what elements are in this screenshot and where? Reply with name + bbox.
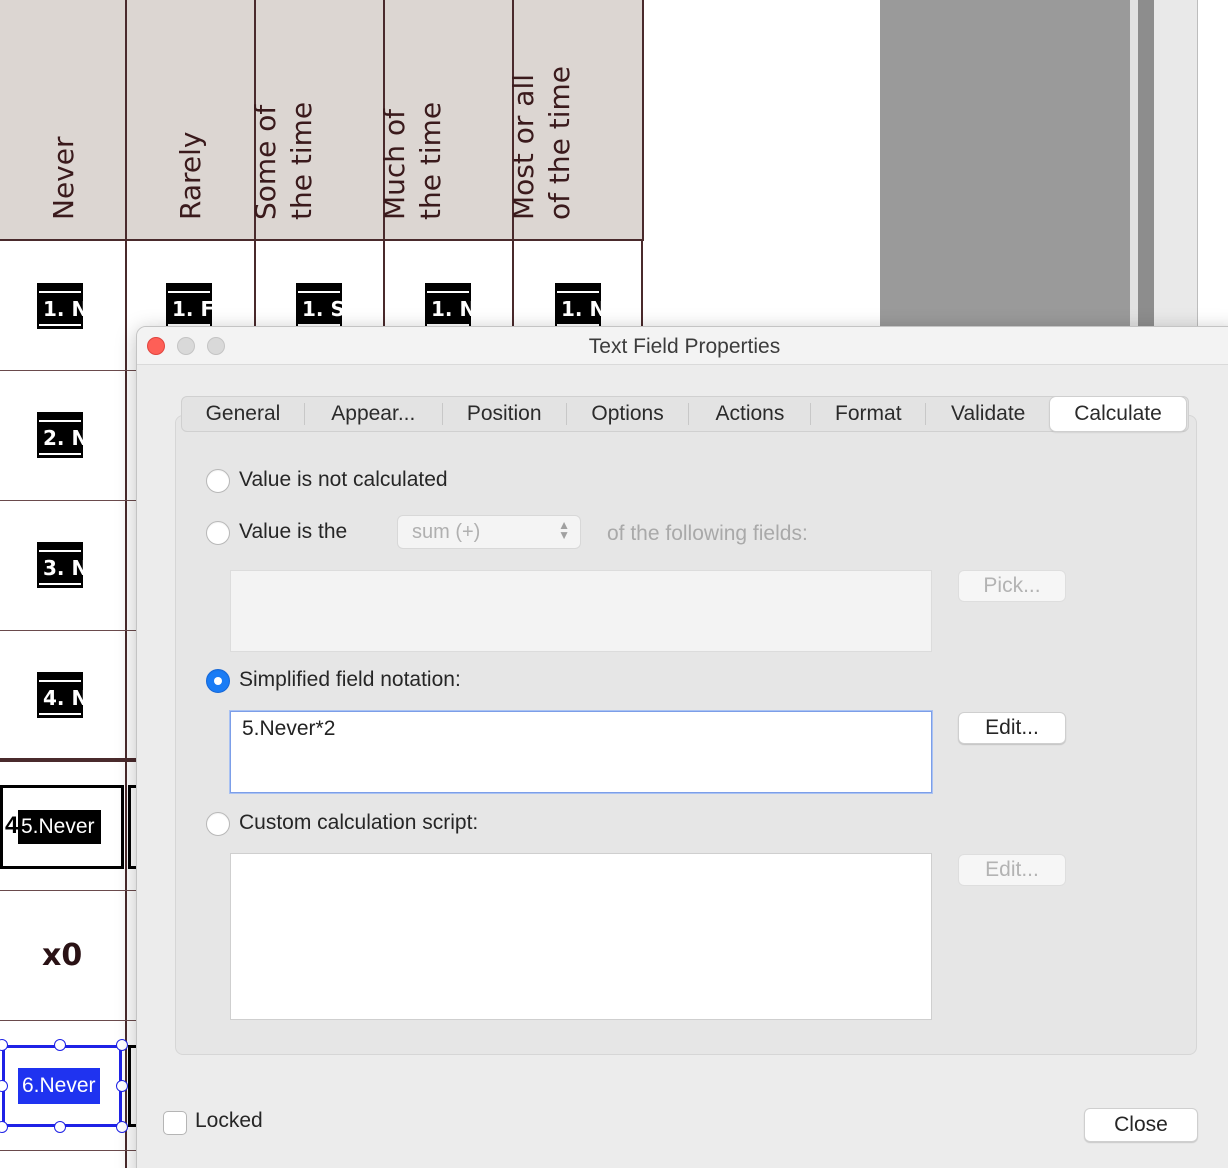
form-field-1-some[interactable]: 1. S [296, 283, 342, 329]
column-header-most: Most or all of the time [507, 0, 644, 240]
form-field-1-rarely[interactable]: 1. F [166, 283, 212, 329]
column-header-never: Never [0, 0, 127, 240]
grid-row-line [0, 630, 136, 631]
form-field-3-never[interactable]: 3. N [37, 542, 83, 588]
column-header-text: Never [47, 136, 80, 220]
column-header-text: Most or all of the time [507, 66, 576, 220]
radio-not-calculated[interactable] [206, 469, 230, 493]
grid-row-line [0, 1020, 136, 1021]
radio-custom-script[interactable] [206, 812, 230, 836]
tab-position[interactable]: Position [443, 397, 566, 431]
tab-bar: General Appear... Position Options Actio… [181, 396, 1189, 432]
multiplier-label: x0 [42, 938, 83, 973]
resize-handle[interactable] [116, 1080, 128, 1092]
side-panel-scrollbar[interactable] [1138, 0, 1154, 330]
grid-column-line [254, 240, 256, 330]
tab-appearance[interactable]: Appear... [305, 397, 442, 431]
edit-script-button[interactable]: Edit... [958, 854, 1066, 886]
form-field-2-never[interactable]: 2. N [37, 412, 83, 458]
simplified-notation-input[interactable]: 5.Never*2 [230, 711, 932, 793]
text-field-properties-dialog: Text Field Properties General Appear... … [136, 326, 1228, 1168]
operation-select[interactable]: sum (+) ▲ ▼ [397, 515, 581, 549]
resize-handle[interactable] [116, 1121, 128, 1133]
tab-validate[interactable]: Validate [926, 397, 1050, 431]
grid-column-line [641, 240, 643, 330]
label-custom-script: Custom calculation script: [239, 811, 479, 834]
label-not-calculated: Value is not calculated [239, 468, 448, 491]
form-field-1-much[interactable]: 1. N [425, 283, 471, 329]
score-prefix-text: 4 [5, 812, 19, 839]
edit-notation-button[interactable]: Edit... [958, 712, 1066, 744]
column-header-rarely: Rarely [127, 0, 256, 240]
tab-calculate[interactable]: Calculate [1050, 397, 1186, 431]
tab-format[interactable]: Format [811, 397, 925, 431]
tab-actions[interactable]: Actions [689, 397, 810, 431]
operation-select-value: sum (+) [412, 521, 481, 543]
grid-row-line-thick [0, 758, 136, 762]
pick-button[interactable]: Pick... [958, 570, 1066, 602]
column-header-text: Some of the time [249, 101, 318, 220]
column-header-some: Some of the time [249, 0, 385, 240]
label-locked: Locked [195, 1109, 263, 1132]
resize-handle[interactable] [0, 1121, 8, 1133]
resize-handle[interactable] [54, 1121, 66, 1133]
form-field-1-most[interactable]: 1. N [555, 283, 601, 329]
custom-script-preview[interactable] [230, 853, 932, 1020]
selected-field-label: 6.Never [18, 1068, 100, 1104]
close-button[interactable]: Close [1084, 1108, 1198, 1142]
header-divider [0, 239, 644, 241]
column-header-text: Much of the time [378, 101, 447, 220]
select-arrows-icon: ▲ ▼ [558, 518, 570, 542]
column-header-text: Rarely [174, 131, 207, 220]
grid-column-line [125, 240, 127, 1168]
radio-simplified-notation[interactable] [206, 669, 230, 693]
label-following-fields: of the following fields: [607, 522, 808, 545]
label-simplified-notation: Simplified field notation: [239, 668, 461, 691]
resize-handle[interactable] [54, 1039, 66, 1051]
grid-column-line [383, 240, 385, 330]
resize-handle[interactable] [116, 1039, 128, 1051]
label-value-is: Value is the [239, 520, 348, 543]
side-panel-divider [1130, 0, 1138, 330]
tab-options[interactable]: Options [567, 397, 689, 431]
grid-row-line [0, 1150, 136, 1151]
grid-row-line [0, 500, 136, 501]
simplified-notation-value: 5.Never*2 [242, 717, 336, 740]
dialog-titlebar[interactable]: Text Field Properties [137, 327, 1228, 365]
score-field-label: 5.Never [18, 810, 101, 844]
grid-row-line [0, 890, 136, 891]
dialog-title: Text Field Properties [588, 335, 781, 358]
radio-value-is[interactable] [206, 521, 230, 545]
grid-column-line [512, 240, 514, 330]
form-field-4-never[interactable]: 4. N [37, 672, 83, 718]
column-header-much: Much of the time [378, 0, 514, 240]
side-panel-background [880, 0, 1130, 330]
locked-checkbox[interactable] [163, 1111, 187, 1135]
grid-row-line [0, 370, 136, 371]
form-field-1-never[interactable]: 1. N [37, 283, 83, 329]
fields-list[interactable] [230, 570, 932, 652]
side-panel-edge [1154, 0, 1198, 330]
tab-general[interactable]: General [182, 397, 304, 431]
